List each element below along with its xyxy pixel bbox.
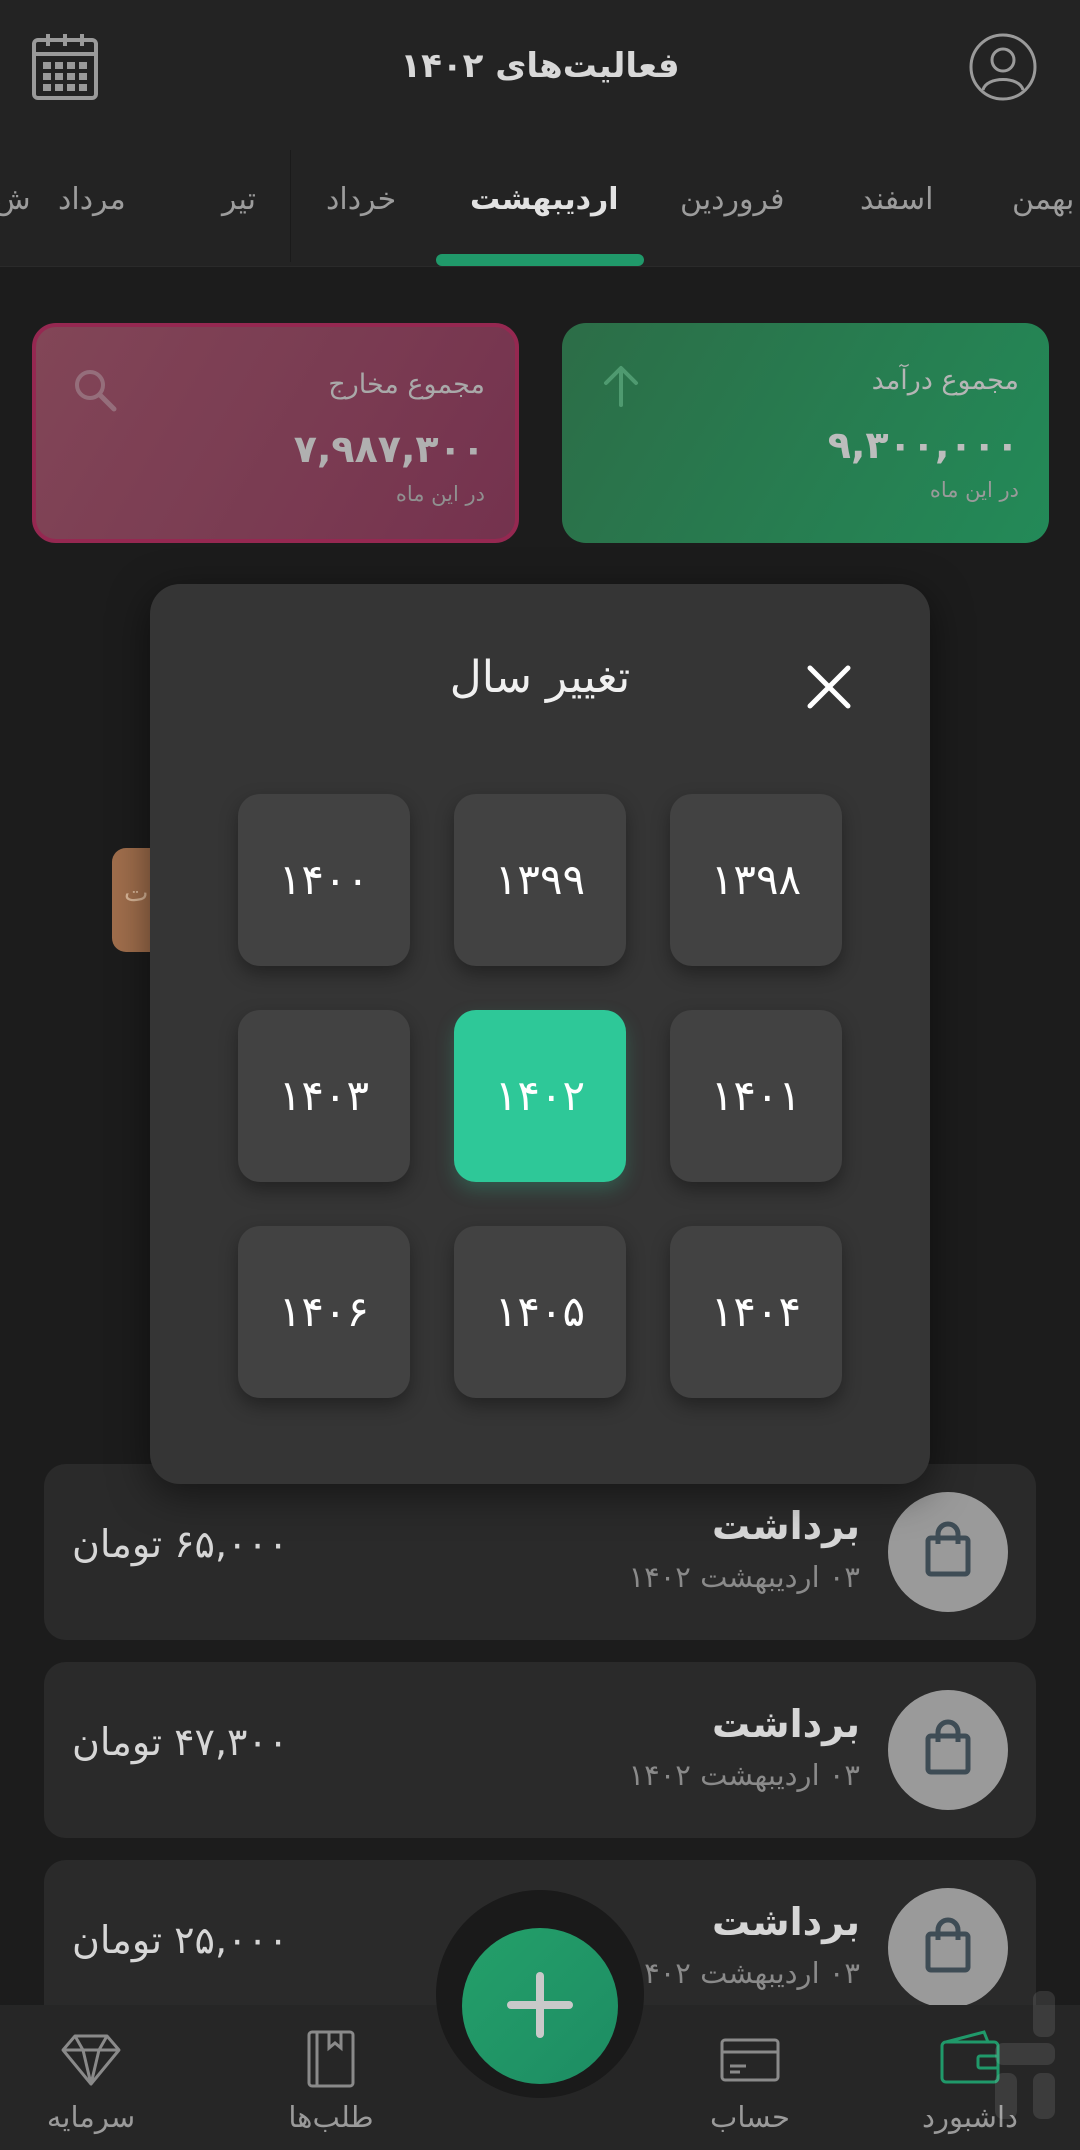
expense-subtitle: در این ماه [395, 482, 485, 506]
side-tag-label: ت [124, 878, 149, 908]
tab-farvardin[interactable]: فروردین [680, 175, 784, 225]
tab-shahrivar[interactable]: ش [0, 175, 31, 225]
expense-amount: ۷,۹۸۷,۳۰۰ [293, 427, 485, 471]
year-option-1404[interactable]: ۱۴۰۴ [670, 1226, 842, 1398]
year-option-1399[interactable]: ۱۳۹۹ [454, 794, 626, 966]
nav-item-receivables[interactable]: طلب‌ها [256, 2030, 406, 2140]
transaction-title: برداشت [711, 1900, 860, 1944]
transaction-amount: ۶۵,۰۰۰ تومان [72, 1522, 289, 1566]
expense-title: مجموع مخارج [328, 369, 485, 400]
page-title: فعالیت‌های ۱۴۰۲ [400, 46, 680, 86]
nav-item-investment[interactable]: سرمایه [16, 2030, 166, 2140]
transaction-title: برداشت [711, 1702, 860, 1746]
nav-item-account[interactable]: حساب [675, 2030, 825, 2140]
user-icon[interactable] [968, 32, 1038, 102]
diamond-icon [61, 2030, 121, 2088]
search-icon [70, 365, 120, 415]
tab-divider [290, 150, 291, 262]
expense-summary-card[interactable]: مجموع مخارج ۷,۹۸۷,۳۰۰ در این ماه [32, 323, 519, 543]
month-tab-bar: بهمن اسفند فروردین اردیبهشت خرداد تیر مر… [0, 135, 1080, 267]
active-tab-indicator [436, 254, 644, 266]
book-icon [301, 2030, 361, 2088]
tab-khordad[interactable]: خرداد [326, 175, 396, 225]
tab-esfand[interactable]: اسفند [860, 175, 933, 225]
income-amount: ۹,۳۰۰,۰۰۰ [827, 423, 1019, 467]
change-year-dialog: تغییر سال ۱۴۰۰ ۱۳۹۹ ۱۳۹۸ ۱۴۰۳ ۱۴۰۲ ۱۴۰۱ … [150, 584, 930, 1484]
side-tag[interactable]: ت [112, 848, 152, 952]
year-option-1405[interactable]: ۱۴۰۵ [454, 1226, 626, 1398]
year-option-1401[interactable]: ۱۴۰۱ [670, 1010, 842, 1182]
year-option-1398[interactable]: ۱۳۹۸ [670, 794, 842, 966]
transaction-title: برداشت [711, 1504, 860, 1548]
calendar-icon[interactable] [30, 32, 100, 102]
year-option-1406[interactable]: ۱۴۰۶ [238, 1226, 410, 1398]
year-option-1403[interactable]: ۱۴۰۳ [238, 1010, 410, 1182]
transaction-date: ۰۳ اردیبهشت ۱۴۰۲ [628, 1758, 860, 1792]
shopping-bag-icon [888, 1492, 1008, 1612]
nav-label-account: حساب [710, 2100, 790, 2134]
shopping-bag-icon [888, 1690, 1008, 1810]
nav-label-receivables: طلب‌ها [288, 2100, 374, 2134]
plus-icon-bar [507, 2001, 573, 2009]
transaction-item[interactable]: ۶۵,۰۰۰ تومان برداشت ۰۳ اردیبهشت ۱۴۰۲ [44, 1464, 1036, 1640]
arrow-up-icon [596, 361, 646, 411]
income-subtitle: در این ماه [929, 478, 1019, 502]
tab-tir[interactable]: تیر [222, 175, 256, 225]
card-icon [720, 2030, 780, 2088]
transaction-date: ۰۳ اردیبهشت ۱۴۰۲ [628, 1560, 860, 1594]
year-option-1402-selected[interactable]: ۱۴۰۲ [454, 1010, 626, 1182]
store-watermark-logo [975, 1985, 1065, 2135]
close-icon[interactable] [804, 662, 854, 712]
transaction-amount: ۲۵,۰۰۰ تومان [72, 1918, 289, 1962]
tab-bahman[interactable]: بهمن [1012, 175, 1074, 225]
tab-ordibehesht[interactable]: اردیبهشت [470, 175, 619, 225]
transaction-item[interactable]: ۴۷,۳۰۰ تومان برداشت ۰۳ اردیبهشت ۱۴۰۲ [44, 1662, 1036, 1838]
year-option-1400[interactable]: ۱۴۰۰ [238, 794, 410, 966]
transaction-amount: ۴۷,۳۰۰ تومان [72, 1720, 289, 1764]
transaction-date: ۰۳ اردیبهشت ۱۴۰۲ [628, 1956, 860, 1990]
income-summary-card[interactable]: مجموع درآمد ۹,۳۰۰,۰۰۰ در این ماه [562, 323, 1049, 543]
tab-mordad[interactable]: مرداد [58, 175, 126, 225]
nav-label-investment: سرمایه [46, 2100, 136, 2134]
income-title: مجموع درآمد [871, 365, 1019, 396]
